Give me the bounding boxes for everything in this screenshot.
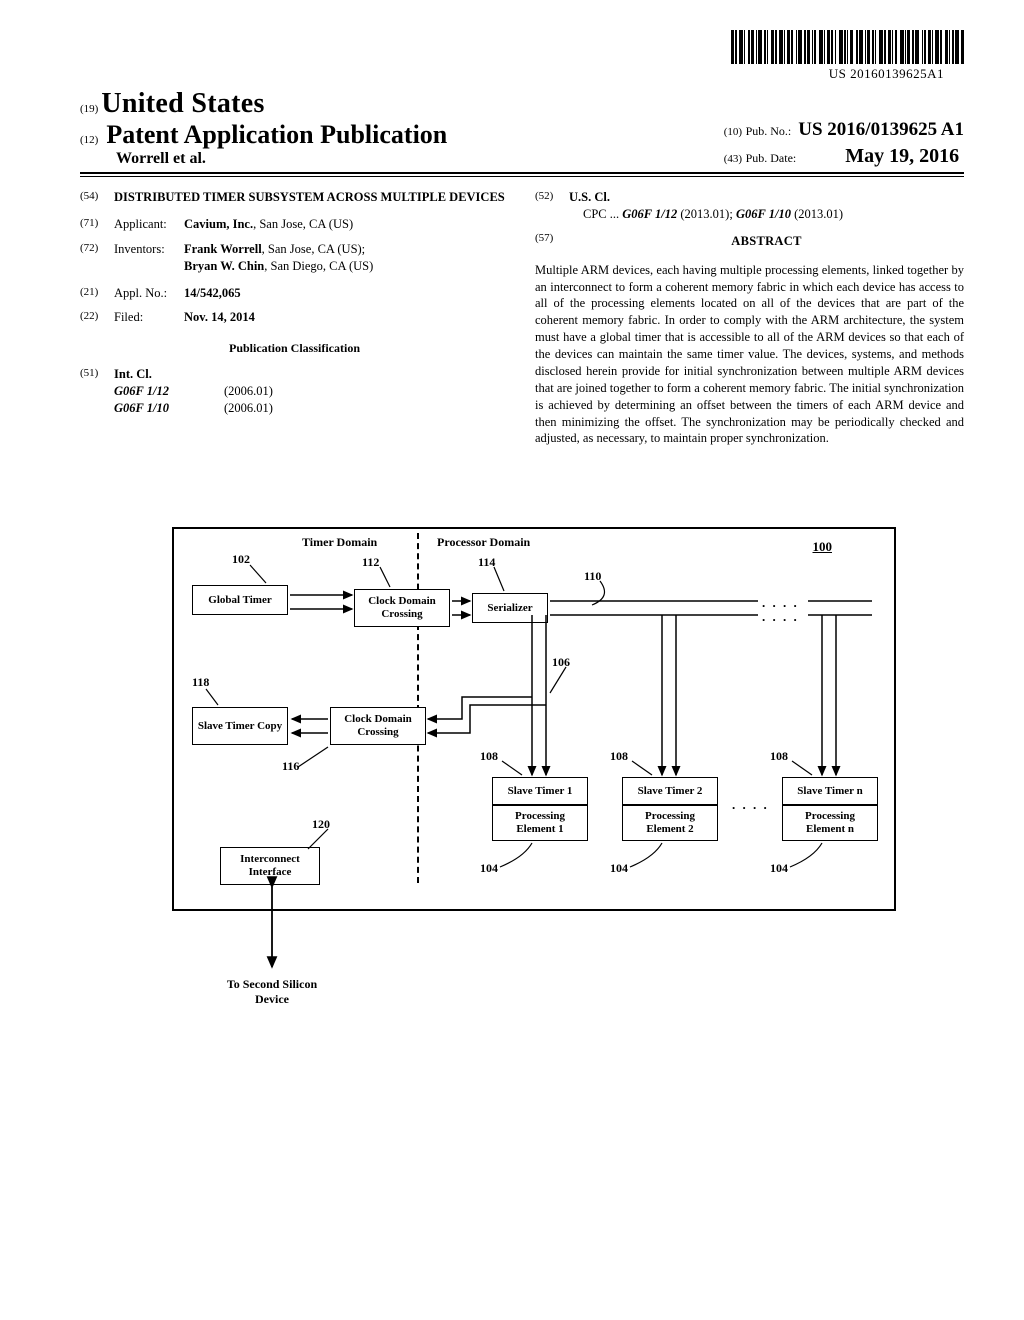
publication-type: Patent Application Publication <box>106 120 447 150</box>
code-22: (22) <box>80 309 114 326</box>
abstract-heading: ABSTRACT <box>569 233 964 250</box>
figure-wires <box>132 497 912 1017</box>
divider-thick <box>80 172 964 174</box>
code-71: (71) <box>80 216 114 233</box>
code-72: (72) <box>80 241 114 275</box>
cpc-1-ver: (2013.01); <box>680 207 732 221</box>
divider-thin <box>80 176 964 177</box>
applno-value: 14/542,065 <box>184 286 241 300</box>
inventor-1-name: Frank Worrell <box>184 242 262 256</box>
uscl-label: U.S. Cl. <box>569 190 610 204</box>
figure-container: Timer Domain Processor Domain 100 Global… <box>80 497 964 1017</box>
cpc-1-code: G06F 1/12 <box>622 207 677 221</box>
inventors-label: Inventors: <box>114 241 184 275</box>
intcl-2-code: G06F 1/10 <box>114 400 224 417</box>
pubno-label: Pub. No.: <box>746 124 792 138</box>
inventor-2-loc: , San Diego, CA (US) <box>264 259 373 273</box>
intcl-1-code: G06F 1/12 <box>114 383 224 400</box>
cpc-2-ver: (2013.01) <box>794 207 843 221</box>
right-column: (52) U.S. Cl. CPC ... G06F 1/12 (2013.01… <box>535 189 964 447</box>
pubno-value: US 2016/0139625 A1 <box>798 119 964 140</box>
applicant-label: Applicant: <box>114 216 184 233</box>
cpc-label: CPC ... <box>583 207 619 221</box>
barcode-text: US 20160139625A1 <box>829 66 944 82</box>
left-column: (54) DISTRIBUTED TIMER SUBSYSTEM ACROSS … <box>80 189 509 447</box>
cpc-2-code: G06F 1/10 <box>736 207 791 221</box>
code-10: (10) <box>724 126 742 138</box>
pubdate-label: Pub. Date: <box>746 151 797 165</box>
pubdate-value: May 19, 2016 <box>845 145 959 167</box>
intcl-1-ver: (2006.01) <box>224 383 273 400</box>
code-43: (43) <box>724 153 742 165</box>
top-bar: US 20160139625A1 <box>80 30 964 82</box>
filed-value: Nov. 14, 2014 <box>184 310 255 324</box>
inventor-1-loc: , San Jose, CA (US); <box>262 242 365 256</box>
code-51: (51) <box>80 366 114 417</box>
pub-class-heading: Publication Classification <box>80 340 509 356</box>
patent-page: US 20160139625A1 (19) United States (12)… <box>0 0 1024 1057</box>
filed-label: Filed: <box>114 309 184 326</box>
applicant-name: Cavium, Inc. <box>184 217 253 231</box>
code-12: (12) <box>80 134 98 146</box>
intcl-2-ver: (2006.01) <box>224 400 273 417</box>
figure-1: Timer Domain Processor Domain 100 Global… <box>132 497 912 1017</box>
header: (19) United States (12) Patent Applicati… <box>80 88 964 168</box>
authors: Worrell et al. <box>116 150 447 168</box>
barcode <box>731 30 964 64</box>
code-54: (54) <box>80 189 114 206</box>
code-19: (19) <box>80 103 98 115</box>
country-name: United States <box>101 88 264 119</box>
applno-label: Appl. No.: <box>114 285 184 302</box>
applicant-value: Cavium, Inc., San Jose, CA (US) <box>184 216 509 233</box>
inventor-2-name: Bryan W. Chin <box>184 259 264 273</box>
biblio-columns: (54) DISTRIBUTED TIMER SUBSYSTEM ACROSS … <box>80 189 964 447</box>
invention-title: DISTRIBUTED TIMER SUBSYSTEM ACROSS MULTI… <box>114 189 509 206</box>
abstract-text: Multiple ARM devices, each having multip… <box>535 262 964 448</box>
code-52: (52) <box>535 189 569 223</box>
inventors-value: Frank Worrell, San Jose, CA (US); Bryan … <box>184 241 509 275</box>
intcl-label: Int. Cl. <box>114 367 152 381</box>
code-57: (57) <box>535 231 569 254</box>
code-21: (21) <box>80 285 114 302</box>
